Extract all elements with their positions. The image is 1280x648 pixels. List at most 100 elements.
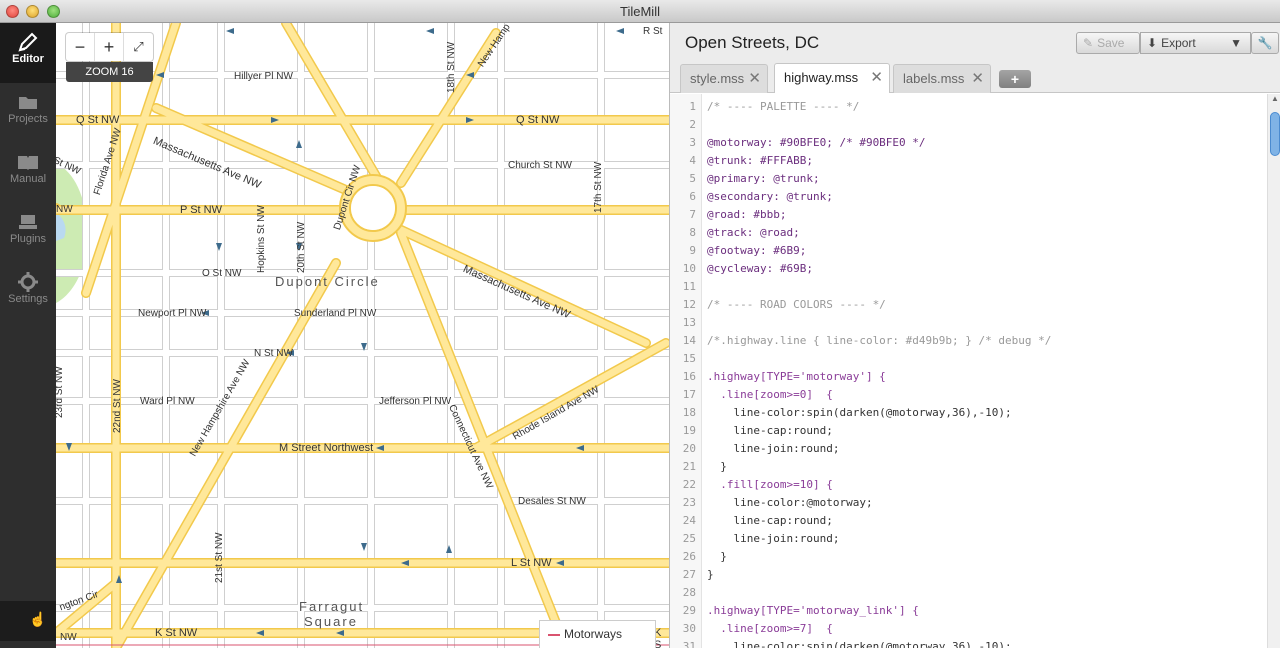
wrench-icon: 🔧 <box>1257 36 1273 50</box>
line-number: 29 <box>682 604 696 617</box>
code-line[interactable]: .fill[zoom>=10] { <box>707 478 833 491</box>
wrench-button[interactable]: 🔧 <box>1251 32 1279 54</box>
code-line[interactable]: @track: @road; <box>707 226 800 239</box>
line-number: 20 <box>682 442 696 455</box>
sidebar-item-label: Manual <box>9 173 47 185</box>
code-line[interactable]: @secondary: @trunk; <box>707 190 833 203</box>
code-line[interactable]: } <box>707 460 727 473</box>
map-canvas[interactable] <box>56 23 669 648</box>
scroll-thumb[interactable] <box>1270 112 1280 156</box>
line-number: 7 <box>689 208 696 221</box>
export-button[interactable]: ⬇ Export ▼ <box>1140 32 1251 54</box>
line-number-gutter: 1 2 3 4 5 6 7 8 9 10 11 12 13 14 15 16 17 18 19 20 21 22 23 24 2… <box>670 94 702 648</box>
line-number: 9 <box>689 244 696 257</box>
minimize-window-button[interactable] <box>26 5 39 18</box>
line-number: 30 <box>682 622 696 635</box>
tab-labels-mss[interactable]: labels.mss ✕ <box>893 64 991 93</box>
line-number: 15 <box>682 352 696 365</box>
code-line[interactable]: .highway[TYPE='motorway_link'] { <box>707 604 919 617</box>
code-line[interactable]: @primary: @trunk; <box>707 172 820 185</box>
sidebar-item-manual[interactable]: Manual <box>0 143 56 203</box>
zoom-window-button[interactable] <box>47 5 60 18</box>
code-line[interactable]: @road: #bbb; <box>707 208 786 221</box>
line-number: 2 <box>689 118 696 131</box>
sidebar-item-plugins[interactable]: Plugins <box>0 203 56 263</box>
add-tab-button[interactable]: + <box>999 70 1031 88</box>
folder-icon <box>0 83 56 113</box>
tab-label: style.mss <box>690 71 745 86</box>
close-window-button[interactable] <box>6 5 19 18</box>
zoom-controls: − + ⤢ <box>66 33 153 61</box>
code-line[interactable]: } <box>707 550 727 563</box>
editor-header: Open Streets, DC ✎ Save ⬇ Export ▼ 🔧 style… <box>670 23 1280 93</box>
close-tab-icon[interactable]: ✕ <box>971 65 984 93</box>
code-line[interactable]: /* ---- PALETTE ---- */ <box>707 100 859 113</box>
code-line[interactable]: /*.highway.line { line-color: #d49b9b; }… <box>707 334 1051 347</box>
close-tab-icon[interactable]: ✕ <box>748 65 761 93</box>
gear-icon <box>0 263 56 293</box>
book-icon <box>0 143 56 173</box>
line-number: 24 <box>682 514 696 527</box>
code-line[interactable]: @footway: #6B9; <box>707 244 806 257</box>
code-line[interactable]: } <box>707 568 714 581</box>
sidebar-item-settings[interactable]: Settings <box>0 263 56 323</box>
sidebar-footer: ☝ <box>0 601 56 641</box>
code-line[interactable]: line-color:spin(darken(@motorway,36),-10… <box>707 406 1011 419</box>
save-label: Save <box>1097 36 1125 50</box>
code-line[interactable]: .line[zoom>=0] { <box>707 388 833 401</box>
code-editor-panel: Open Streets, DC ✎ Save ⬇ Export ▼ 🔧 style… <box>669 23 1280 648</box>
sidebar-item-label: Editor <box>12 53 44 65</box>
export-label: Export <box>1161 36 1196 50</box>
zoom-level-indicator: ZOOM 16 <box>66 62 153 82</box>
hand-cursor-icon: ☝ <box>29 611 47 627</box>
code-line[interactable]: line-cap:round; <box>707 514 832 527</box>
code-line[interactable]: .line[zoom>=7] { <box>707 622 833 635</box>
code-line[interactable]: /* ---- ROAD COLORS ---- */ <box>707 298 886 311</box>
download-icon: ⬇ <box>1147 36 1158 50</box>
save-button[interactable]: ✎ Save <box>1076 32 1140 54</box>
fullscreen-button[interactable]: ⤢ <box>124 33 153 61</box>
map-legend: Motorways <box>539 620 656 648</box>
code-line[interactable]: @cycleway: #69B; <box>707 262 813 275</box>
line-number: 23 <box>682 496 696 509</box>
sidebar-item-editor[interactable]: Editor <box>0 23 56 83</box>
line-number: 11 <box>682 280 696 293</box>
line-number: 12 <box>682 298 696 311</box>
line-number: 14 <box>682 334 696 347</box>
code-line[interactable]: .highway[TYPE='motorway'] { <box>707 370 886 383</box>
pencil-icon <box>0 23 56 53</box>
vertical-scrollbar[interactable]: ▲ <box>1267 94 1280 648</box>
line-number: 1 <box>689 100 696 113</box>
code-line[interactable]: line-join:round; <box>707 532 839 545</box>
line-number: 31 <box>682 640 696 648</box>
legend-swatch <box>548 633 560 636</box>
code-line[interactable]: line-join:round; <box>707 442 839 455</box>
sidebar: Editor Projects Manual Plugins Settings … <box>0 23 56 648</box>
line-number: 26 <box>682 550 696 563</box>
tab-style-mss[interactable]: style.mss ✕ <box>680 64 768 93</box>
code-line[interactable]: line-cap:round; <box>707 424 832 437</box>
code-line[interactable]: @trunk: #FFFABB; <box>707 154 813 167</box>
sidebar-item-projects[interactable]: Projects <box>0 83 56 143</box>
line-number: 5 <box>689 172 696 185</box>
window-title: TileMill <box>620 4 660 19</box>
line-number: 18 <box>682 406 696 419</box>
tab-highway-mss[interactable]: highway.mss ✕ <box>774 63 890 93</box>
scroll-up-icon[interactable]: ▲ <box>1271 94 1279 103</box>
close-tab-icon[interactable]: ✕ <box>870 64 883 92</box>
zoom-out-button[interactable]: − <box>66 33 95 61</box>
chevron-down-icon: ▼ <box>1230 36 1242 50</box>
map-view[interactable]: Q St NW Q St NW R St Hillyer Pl NW Massa… <box>56 23 669 648</box>
legend-label: Motorways <box>564 627 623 641</box>
title-bar: TileMill <box>0 0 1280 23</box>
line-number: 28 <box>682 586 696 599</box>
sidebar-item-label: Plugins <box>9 233 47 245</box>
zoom-in-button[interactable]: + <box>95 33 124 61</box>
code-line[interactable]: @motorway: #90BFE0; /* #90BFE0 */ <box>707 136 926 149</box>
line-number: 4 <box>689 154 696 167</box>
code-area[interactable]: 1 2 3 4 5 6 7 8 9 10 11 12 13 14 15 16 17 18 19 20 21 22 23 24 2… <box>670 94 1280 648</box>
line-number: 21 <box>682 460 696 473</box>
code-line[interactable]: line-color:@motorway; <box>707 496 872 509</box>
code-line[interactable]: line-color:spin(darken(@motorway,36),-10… <box>707 640 1011 648</box>
line-number: 17 <box>682 388 696 401</box>
